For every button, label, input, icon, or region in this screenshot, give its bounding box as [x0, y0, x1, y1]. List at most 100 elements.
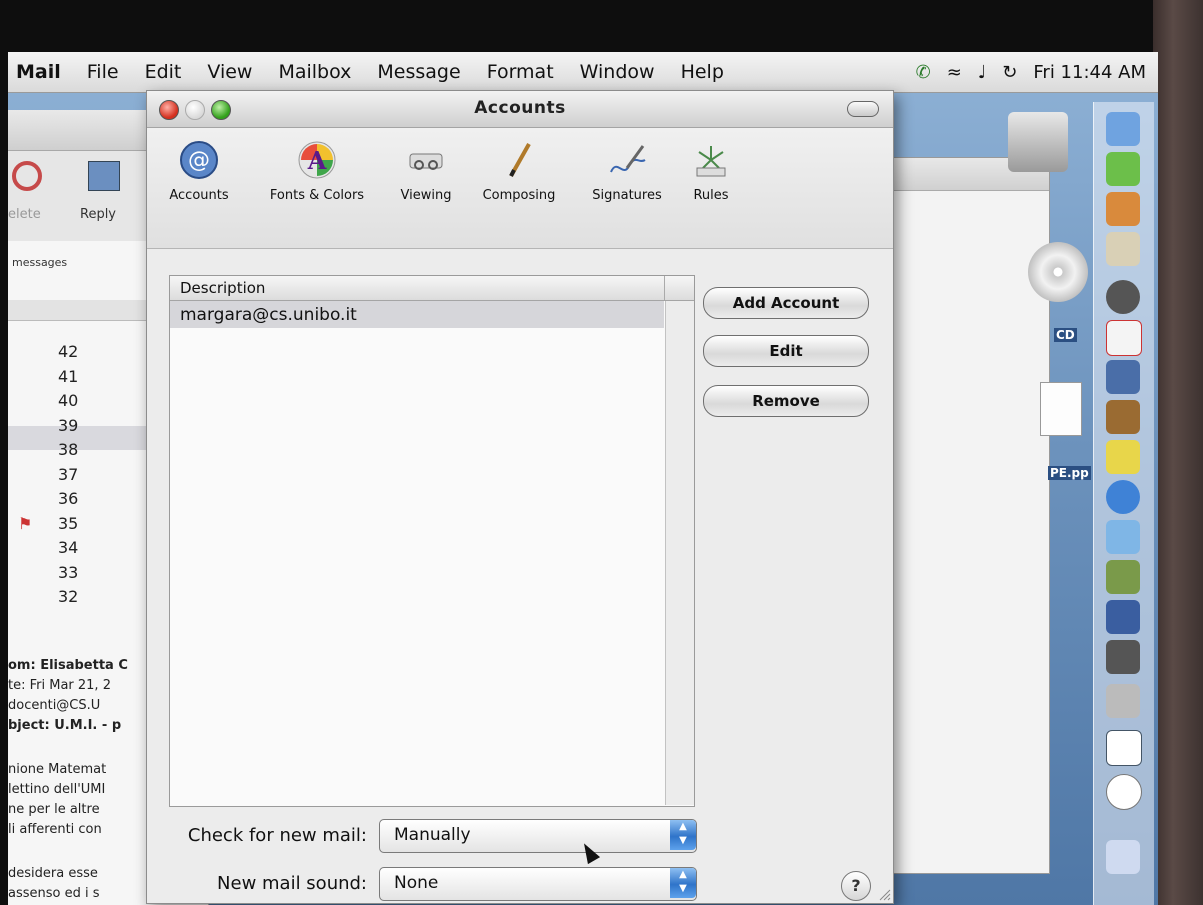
address-book-icon[interactable] [1106, 232, 1140, 266]
document-label[interactable]: PE.pp [1048, 466, 1091, 480]
sync-icon[interactable]: ↻ [1002, 62, 1017, 83]
tab-composing[interactable]: Composing [467, 138, 571, 203]
delete-icon[interactable] [12, 161, 42, 191]
preview-line: bject: U.M.I. - p [8, 718, 122, 733]
menu-format[interactable]: Format [487, 61, 554, 83]
menu-mailbox[interactable]: Mailbox [278, 61, 351, 83]
dock [1093, 102, 1154, 905]
message-number[interactable]: 36 [58, 489, 118, 508]
imovie-icon[interactable] [1106, 600, 1140, 634]
background-window [878, 157, 1050, 874]
message-number[interactable]: 37 [58, 465, 118, 484]
accounts-list-scrollbar[interactable] [665, 301, 694, 805]
menu-app[interactable]: Mail [16, 61, 61, 83]
tab-rules[interactable]: Rules [681, 138, 741, 203]
preview-icon[interactable] [1106, 360, 1140, 394]
menu-message[interactable]: Message [377, 61, 460, 83]
message-number[interactable]: 35 [58, 514, 118, 533]
tab-label: Composing [482, 188, 556, 203]
itunes-icon[interactable] [1106, 520, 1140, 554]
message-number[interactable]: 34 [58, 538, 118, 557]
remove-account-button[interactable]: Remove [703, 385, 869, 417]
iphoto-icon[interactable] [1106, 560, 1140, 594]
message-number[interactable]: 33 [58, 563, 118, 582]
menu-clock[interactable]: Fri 11:44 AM [1033, 62, 1146, 83]
hard-disk-icon[interactable] [1008, 112, 1068, 172]
cd-label[interactable]: CD [1054, 328, 1077, 342]
tab-label: Signatures [592, 188, 662, 203]
ical-icon[interactable] [1106, 320, 1142, 356]
system-prefs-icon[interactable] [1106, 684, 1140, 718]
edit-account-button[interactable]: Edit [703, 335, 869, 367]
ichat-icon[interactable] [1106, 152, 1140, 186]
sherlock-icon[interactable] [1106, 640, 1140, 674]
resize-grip-icon[interactable] [877, 887, 891, 901]
app-dock-icon[interactable] [1106, 840, 1140, 874]
mail-icon[interactable] [1106, 192, 1140, 226]
book-icon[interactable] [1106, 400, 1140, 434]
toolbar-toggle-button[interactable] [847, 101, 879, 117]
preferences-toolbar: @ Accounts A Fonts & Colors Viewing Comp… [147, 128, 893, 249]
help-button[interactable]: ? [841, 871, 871, 901]
message-number[interactable]: 42 [58, 342, 118, 361]
accounts-list[interactable]: Description margara@cs.unibo.it [169, 275, 695, 807]
account-description: margara@cs.unibo.it [180, 305, 357, 325]
safari-icon[interactable] [1106, 480, 1140, 514]
message-number[interactable]: 38 [58, 440, 118, 459]
tab-label: Rules [693, 188, 729, 203]
phone-icon[interactable]: ✆ [916, 62, 931, 83]
message-number[interactable]: 32 [58, 587, 118, 606]
menu-window[interactable]: Window [580, 61, 655, 83]
accounts-window: Accounts @ Accounts A Fonts & Colors Vie… [146, 90, 894, 904]
menu-edit[interactable]: Edit [145, 61, 182, 83]
finder-icon[interactable] [1106, 112, 1140, 146]
menu-extras: ✆ ≈ ♩ ↻ Fri 11:44 AM [916, 52, 1146, 92]
tab-label: Fonts & Colors [269, 188, 365, 203]
window-title: Accounts [474, 98, 566, 118]
sync-dock-icon[interactable] [1106, 280, 1140, 314]
rules-icon [696, 146, 726, 177]
reply-button-label[interactable]: Reply [80, 207, 116, 222]
accounts-titlebar[interactable]: Accounts [147, 91, 893, 128]
preview-line: ne per le altre [8, 802, 100, 817]
message-number[interactable]: 40 [58, 391, 118, 410]
accounts-list-header: Description [170, 276, 694, 301]
stickies-icon[interactable] [1106, 440, 1140, 474]
menu-file[interactable]: File [87, 61, 119, 83]
tab-signatures[interactable]: Signatures [575, 138, 679, 203]
description-column-header[interactable]: Description [180, 279, 265, 297]
menu-view[interactable]: View [207, 61, 252, 83]
check-mail-select[interactable]: Manually ▲ ▼ [379, 819, 697, 853]
preview-line: lettino dell'UMI [8, 782, 106, 797]
preview-line: te: Fri Mar 21, 2 [8, 678, 111, 693]
clock-icon[interactable] [1106, 774, 1142, 810]
messages-label: messages [12, 256, 68, 269]
tab-fonts-colors[interactable]: A Fonts & Colors [251, 138, 383, 203]
preview-line: li afferenti con [8, 822, 102, 837]
flag-icon: ⚑ [18, 514, 33, 533]
new-mail-sound-value: None [394, 873, 439, 893]
tab-accounts[interactable]: @ Accounts [157, 138, 241, 203]
menu-help[interactable]: Help [681, 61, 724, 83]
updown-arrows-icon: ▲ ▼ [670, 820, 696, 850]
preview-line: desidera esse [8, 866, 98, 881]
reply-icon[interactable] [88, 161, 120, 191]
message-number[interactable]: 41 [58, 367, 118, 386]
monitor-bezel [1153, 0, 1203, 905]
airport-icon[interactable]: ≈ [947, 62, 962, 83]
new-mail-sound-select[interactable]: None ▲ ▼ [379, 867, 697, 901]
message-number[interactable]: 39 [58, 416, 118, 435]
document-icon[interactable] [1040, 382, 1082, 436]
add-account-button[interactable]: Add Account [703, 287, 869, 319]
preview-line: nione Matemat [8, 762, 107, 777]
tab-viewing[interactable]: Viewing [387, 138, 465, 203]
cd-icon[interactable] [1028, 242, 1088, 302]
check-mail-label: Check for new mail: [187, 825, 367, 846]
window-icon[interactable] [1106, 730, 1142, 766]
signature-icon [610, 145, 646, 173]
column-separator [664, 276, 665, 300]
preview-line: assenso ed i s [8, 886, 100, 901]
volume-icon[interactable]: ♩ [978, 62, 987, 83]
delete-button-label[interactable]: elete [8, 207, 41, 222]
account-row[interactable]: margara@cs.unibo.it [170, 301, 664, 328]
